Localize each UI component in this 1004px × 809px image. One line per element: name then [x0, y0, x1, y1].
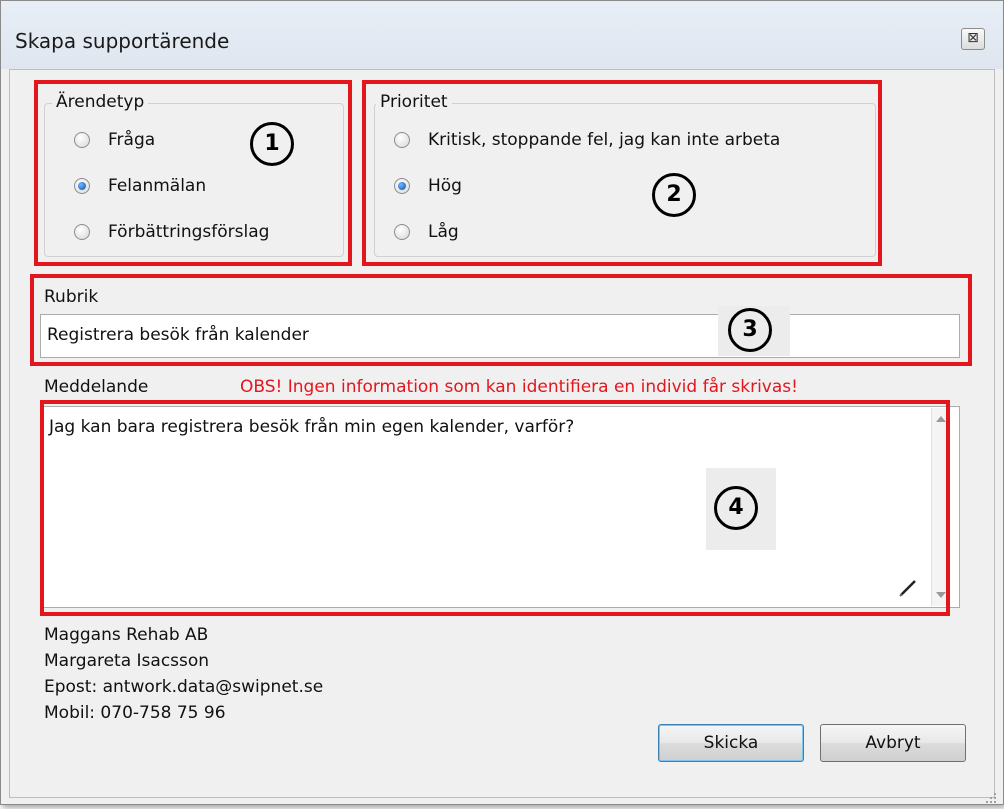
close-icon[interactable]: ⊠: [961, 28, 985, 50]
annotation-marker-3: 3: [728, 308, 772, 352]
title-bar: Skapa supportärende ⊠: [1, 1, 1003, 69]
annotation-box-1: [34, 80, 352, 266]
annotation-marker-4: 4: [714, 486, 758, 530]
annotation-box-2: [362, 80, 882, 266]
message-label: Meddelande: [44, 377, 149, 397]
contact-name: Margareta Isacsson: [44, 651, 210, 671]
contact-company: Maggans Rehab AB: [44, 625, 209, 645]
contact-email: Epost: antwork.data@swipnet.se: [44, 677, 324, 697]
contact-mobile: Mobil: 070-758 75 96: [44, 703, 226, 723]
send-button[interactable]: Skicka: [658, 724, 804, 762]
annotation-box-3: [30, 274, 972, 366]
dialog-title: Skapa supportärende: [15, 29, 230, 53]
annotation-marker-2: 2: [652, 173, 696, 217]
annotation-box-4: [40, 400, 950, 616]
privacy-warning: OBS! Ingen information som kan identifie…: [240, 377, 798, 397]
cancel-button[interactable]: Avbryt: [820, 724, 966, 762]
annotation-marker-1: 1: [250, 122, 294, 166]
resize-grip-icon[interactable]: [984, 791, 996, 803]
